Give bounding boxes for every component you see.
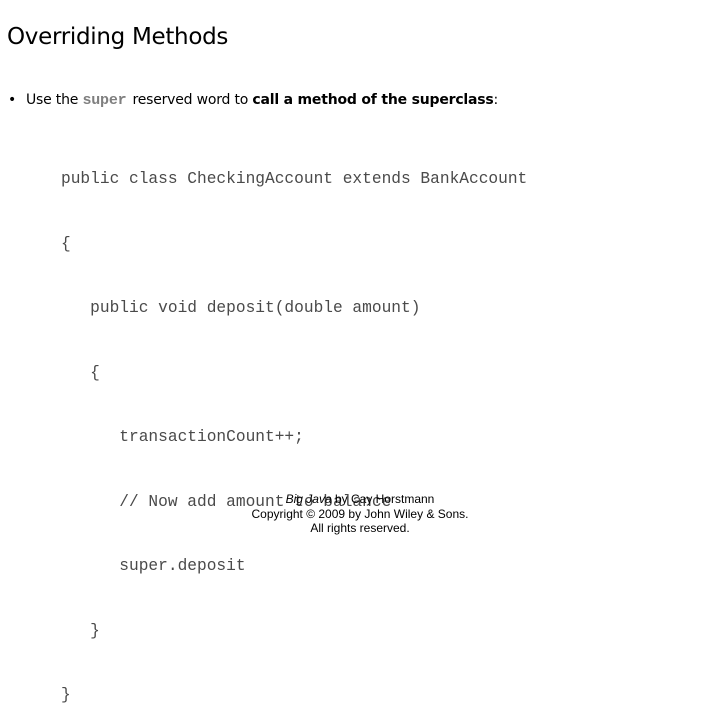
code-line: public void deposit(double amount) xyxy=(61,299,421,317)
book-title: Big Java xyxy=(285,492,332,506)
code-line: } xyxy=(61,686,71,704)
slide-title: Overriding Methods xyxy=(7,24,229,50)
copyright-footer: Big Java by Cay Horstmann Copyright © 20… xyxy=(0,492,720,536)
bullet-prefix: Use the xyxy=(26,92,83,108)
code-line: { xyxy=(61,234,71,253)
bullet-marker: • xyxy=(8,92,17,108)
super-keyword: super xyxy=(82,92,127,109)
code-line: transactionCount++; xyxy=(61,428,304,446)
code-line: super.deposit xyxy=(61,557,246,575)
footer-book-line: Big Java by Cay Horstmann xyxy=(0,492,720,507)
code-line: } xyxy=(61,621,100,640)
author-byline: by Cay Horstmann xyxy=(331,492,435,506)
rights-text: All rights reserved. xyxy=(310,521,410,535)
bullet-emphasis: call a method of the superclass xyxy=(252,92,494,108)
bullet-point: • Use the super reserved word to call a me… xyxy=(8,92,498,109)
bullet-middle: reserved word to xyxy=(132,92,253,108)
bullet-suffix: : xyxy=(493,92,499,108)
copyright-text: Copyright © 2009 by John Wiley & Sons. xyxy=(251,506,469,521)
code-block: public class CheckingAccount extends Ban… xyxy=(61,126,527,728)
code-line: public class CheckingAccount extends Ban… xyxy=(61,170,528,188)
code-line: { xyxy=(61,363,100,382)
